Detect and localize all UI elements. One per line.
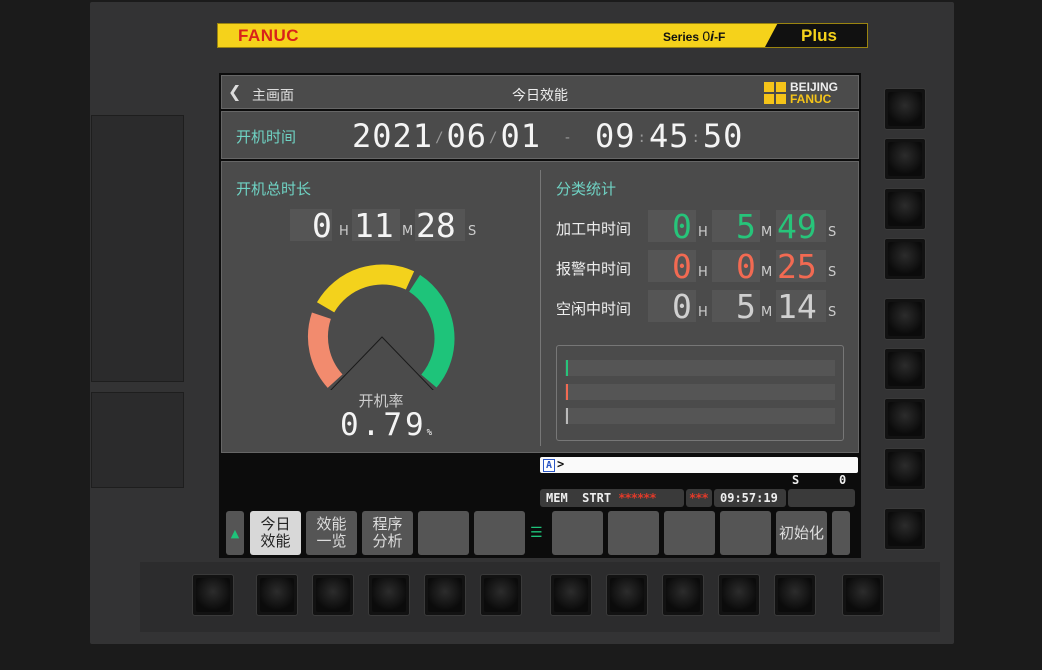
gauge-idle-arc xyxy=(316,264,415,313)
alarm-time-label: 报警中时间 xyxy=(556,260,632,278)
category-bars xyxy=(556,345,844,441)
spindle-label: S xyxy=(792,473,800,487)
utilization-gauge xyxy=(308,264,455,390)
total-seconds: 28 xyxy=(416,206,456,245)
softkey-empty-9[interactable] xyxy=(720,511,771,555)
triangle-up-icon: ▲ xyxy=(230,526,240,540)
idle-minutes: 5 xyxy=(736,287,756,326)
status-clock: 09:57:19 xyxy=(714,489,786,507)
bottom-key-1[interactable] xyxy=(192,574,234,616)
total-hours: 0 xyxy=(312,206,332,245)
side-key-1[interactable] xyxy=(884,88,926,130)
machining-minutes: 5 xyxy=(736,207,756,246)
status-alarm: *** xyxy=(686,489,712,507)
bottom-key-11[interactable] xyxy=(774,574,816,616)
efficiency-panel: 开机总时长 0 H 11 M 28 S 开机率 0.79% 分类统计 加工中时间… xyxy=(221,161,859,453)
left-slot-upper xyxy=(91,115,184,382)
bottom-key-5[interactable] xyxy=(424,574,466,616)
side-key-5[interactable] xyxy=(884,298,926,340)
bottom-key-8[interactable] xyxy=(606,574,648,616)
alarm-minutes: 0 xyxy=(736,247,756,286)
idle-time-label: 空闲中时间 xyxy=(556,300,632,318)
page-title: 今日效能 xyxy=(512,88,568,104)
series-label: Series 0i-F xyxy=(663,28,726,44)
power-on-time-label: 开机时间 xyxy=(236,128,297,146)
bottom-key-6[interactable] xyxy=(480,574,522,616)
fanuc-logo: FANUC xyxy=(238,26,300,45)
plus-badge: Plus xyxy=(765,24,867,47)
power-on-datetime: 2021/06/01 - 09:45:50 xyxy=(352,117,744,155)
side-key-6[interactable] xyxy=(884,348,926,390)
layers-icon: ☰ xyxy=(530,525,543,541)
beijing-fanuc-logo: BEIJING FANUC xyxy=(764,80,852,106)
softkey-empty-8[interactable] xyxy=(664,511,715,555)
command-input-line[interactable]: A > xyxy=(540,457,858,473)
alarm-bar xyxy=(565,384,835,400)
gauge-run-arc xyxy=(408,274,455,388)
gauge-alarm-arc xyxy=(308,312,343,388)
idle-seconds: 14 xyxy=(777,287,817,326)
softkey-today-efficiency[interactable]: 今日 效能 xyxy=(250,511,301,555)
status-blank xyxy=(788,489,855,507)
idle-bar xyxy=(565,408,835,424)
softkey-initialize[interactable]: 初始化 xyxy=(776,511,827,555)
status-mode: MEM STRT ****** xyxy=(540,489,684,507)
bottom-key-10[interactable] xyxy=(718,574,760,616)
side-key-8[interactable] xyxy=(884,448,926,490)
alarm-hours: 0 xyxy=(672,247,692,286)
softkey-prev[interactable]: ▲ xyxy=(226,511,244,555)
alarm-seconds: 25 xyxy=(777,247,817,286)
machining-time-label: 加工中时间 xyxy=(556,220,632,238)
side-key-7[interactable] xyxy=(884,398,926,440)
softkey-efficiency-overview[interactable]: 效能 一览 xyxy=(306,511,357,555)
spindle-value: 0 xyxy=(839,473,847,487)
gauge-needle xyxy=(330,336,434,390)
power-on-time-bar: 开机时间 2021/06/01 - 09:45:50 xyxy=(221,111,859,159)
bottom-key-3[interactable] xyxy=(312,574,354,616)
bottom-key-4[interactable] xyxy=(368,574,410,616)
softkey-empty-7[interactable] xyxy=(608,511,659,555)
fanuc-banner: FANUC Series 0i-F Plus xyxy=(217,23,868,48)
total-minutes: 11 xyxy=(354,206,394,245)
machining-hours: 0 xyxy=(672,207,692,246)
total-time-label: 开机总时长 xyxy=(236,180,312,198)
utilization-value: 0.79% xyxy=(340,407,433,443)
idle-hours: 0 xyxy=(672,287,692,326)
side-key-2[interactable] xyxy=(884,138,926,180)
cnc-screen: ❮ 主画面 今日效能 BEIJING FANUC 开机时间 2021/06/01… xyxy=(219,73,861,558)
softkey-empty-4[interactable] xyxy=(418,511,469,555)
bottom-key-9[interactable] xyxy=(662,574,704,616)
left-slot-lower xyxy=(91,392,184,488)
machining-bar xyxy=(565,360,835,376)
softkey-next[interactable] xyxy=(832,511,850,555)
softkey-empty-5[interactable] xyxy=(474,511,525,555)
category-stats-label: 分类统计 xyxy=(556,180,617,198)
bottom-key-12[interactable] xyxy=(842,574,884,616)
bottom-key-7[interactable] xyxy=(550,574,592,616)
machining-seconds: 49 xyxy=(777,207,817,246)
panel-divider xyxy=(540,170,541,446)
side-key-9[interactable] xyxy=(884,508,926,550)
bottom-key-2[interactable] xyxy=(256,574,298,616)
side-key-3[interactable] xyxy=(884,188,926,230)
softkey-program-analysis[interactable]: 程序 分析 xyxy=(362,511,413,555)
side-key-4[interactable] xyxy=(884,238,926,280)
softkey-empty-6[interactable] xyxy=(552,511,603,555)
top-bar: ❮ 主画面 今日效能 BEIJING FANUC xyxy=(221,75,859,109)
